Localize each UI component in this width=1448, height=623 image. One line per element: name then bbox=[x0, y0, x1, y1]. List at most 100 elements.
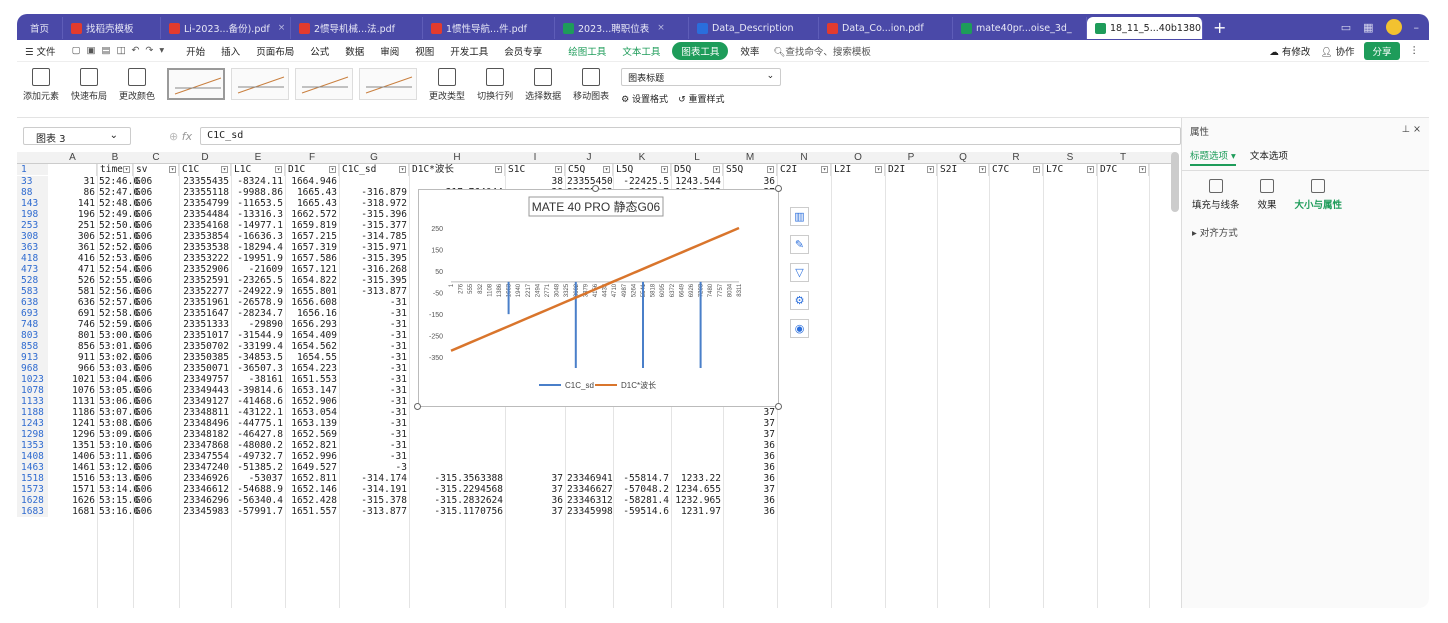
table-cell[interactable]: 23346926 bbox=[179, 473, 231, 484]
row-header[interactable]: 253 bbox=[17, 220, 48, 231]
table-cell[interactable]: 1653.054 bbox=[285, 407, 339, 418]
header-cell[interactable]: D1C ▾ bbox=[285, 164, 339, 176]
table-cell[interactable]: -21609 bbox=[231, 264, 285, 275]
table-cell[interactable]: 23351333 bbox=[179, 319, 231, 330]
table-cell[interactable]: -24922.9 bbox=[231, 286, 285, 297]
table-cell[interactable]: 37 bbox=[505, 473, 565, 484]
grid-icon[interactable]: ▦ bbox=[1363, 21, 1373, 34]
formula-input[interactable]: C1C_sd bbox=[200, 127, 1181, 145]
resize-handle[interactable] bbox=[592, 185, 599, 192]
table-cell[interactable]: -31 bbox=[339, 308, 409, 319]
filter-icon[interactable]: ▾ bbox=[767, 166, 774, 173]
table-cell[interactable]: 23348182 bbox=[179, 429, 231, 440]
row-header[interactable]: 1133 bbox=[17, 396, 48, 407]
table-cell[interactable]: 1231.97 bbox=[671, 506, 723, 517]
table-cell[interactable]: -3 bbox=[339, 462, 409, 473]
table-cell[interactable]: 1681 bbox=[48, 506, 97, 517]
header-cell[interactable]: time ▾ bbox=[97, 164, 133, 176]
table-cell[interactable] bbox=[613, 418, 671, 429]
table-cell[interactable]: 23351647 bbox=[179, 308, 231, 319]
table-cell[interactable]: 1653.147 bbox=[285, 385, 339, 396]
table-cell[interactable]: -31 bbox=[339, 429, 409, 440]
table-cell[interactable]: 52:47.0 bbox=[97, 187, 139, 198]
table-cell[interactable]: 1657.121 bbox=[285, 264, 339, 275]
table-cell[interactable]: 52:57.0 bbox=[97, 297, 139, 308]
table-cell[interactable] bbox=[671, 440, 723, 451]
table-cell[interactable]: 746 bbox=[48, 319, 97, 330]
table-cell[interactable]: -57991.7 bbox=[231, 506, 285, 517]
more-icon[interactable]: ⋮ bbox=[1410, 45, 1420, 56]
table-cell[interactable]: -48080.2 bbox=[231, 440, 285, 451]
table-cell[interactable]: -315.2832624 bbox=[409, 495, 505, 506]
table-cell[interactable]: 23355450 bbox=[565, 176, 613, 187]
table-cell[interactable]: 53:02.0 bbox=[97, 352, 139, 363]
tab-text-options[interactable]: 文本选项 bbox=[1250, 148, 1288, 166]
table-cell[interactable]: G06 bbox=[133, 242, 179, 253]
table-cell[interactable]: -57048.2 bbox=[613, 484, 671, 495]
table-cell[interactable]: G06 bbox=[133, 264, 179, 275]
search-command[interactable]: 🔍︎查找命令、搜索模板 bbox=[773, 44, 871, 58]
table-cell[interactable]: G06 bbox=[133, 363, 179, 374]
table-cell[interactable]: G06 bbox=[133, 341, 179, 352]
table-cell[interactable]: 23346627 bbox=[565, 484, 613, 495]
table-cell[interactable]: -38161 bbox=[231, 374, 285, 385]
table-cell[interactable]: -314.191 bbox=[339, 484, 409, 495]
table-cell[interactable]: 53:12.0 bbox=[97, 462, 139, 473]
header-cell[interactable]: D2I ▾ bbox=[885, 164, 937, 176]
filter-icon[interactable]: ▾ bbox=[821, 166, 828, 173]
menu-view[interactable]: 视图 bbox=[407, 44, 442, 58]
table-cell[interactable]: 1665.43 bbox=[285, 198, 339, 209]
table-cell[interactable]: G06 bbox=[133, 495, 179, 506]
set-format-button[interactable]: ⚙ 设置格式 bbox=[621, 92, 668, 105]
table-cell[interactable]: 37 bbox=[505, 484, 565, 495]
align-group[interactable]: ▸ 对齐方式 bbox=[1182, 219, 1429, 245]
table-cell[interactable]: 52:53.0 bbox=[97, 253, 139, 264]
tab-pdf-3[interactable]: 1惯性导航...件.pdf bbox=[423, 17, 555, 39]
row-header[interactable]: 1023 bbox=[17, 374, 48, 385]
table-cell[interactable] bbox=[565, 440, 613, 451]
table-cell[interactable]: 1076 bbox=[48, 385, 97, 396]
header-cell[interactable]: C7C ▾ bbox=[989, 164, 1043, 176]
table-cell[interactable]: -314.174 bbox=[339, 473, 409, 484]
close-icon[interactable]: × bbox=[657, 23, 665, 33]
table-cell[interactable]: 86 bbox=[48, 187, 97, 198]
row-header[interactable]: 858 bbox=[17, 341, 48, 352]
table-cell[interactable]: -315.1170756 bbox=[409, 506, 505, 517]
table-cell[interactable]: 52:59.0 bbox=[97, 319, 139, 330]
table-cell[interactable]: 1652.569 bbox=[285, 429, 339, 440]
table-cell[interactable]: 23351017 bbox=[179, 330, 231, 341]
table-cell[interactable]: -49732.7 bbox=[231, 451, 285, 462]
table-cell[interactable]: -53037 bbox=[231, 473, 285, 484]
filter-icon[interactable]: ▾ bbox=[399, 166, 406, 173]
menu-layout[interactable]: 页面布局 bbox=[248, 44, 302, 58]
table-cell[interactable]: -315.378 bbox=[339, 495, 409, 506]
table-cell[interactable] bbox=[409, 462, 505, 473]
table-cell[interactable]: 1131 bbox=[48, 396, 97, 407]
effect-tab[interactable]: 效果 bbox=[1258, 179, 1277, 211]
table-cell[interactable]: G06 bbox=[133, 330, 179, 341]
column-header-k[interactable]: K bbox=[613, 152, 671, 163]
table-cell[interactable]: 52:46.0 bbox=[97, 176, 139, 187]
row-header[interactable]: 803 bbox=[17, 330, 48, 341]
table-cell[interactable]: 52:48.0 bbox=[97, 198, 139, 209]
table-cell[interactable]: 23353854 bbox=[179, 231, 231, 242]
collab-button[interactable]: 👤︎ 协作 bbox=[1320, 44, 1354, 58]
table-cell[interactable]: 37 bbox=[505, 506, 565, 517]
table-cell[interactable]: 36 bbox=[723, 462, 777, 473]
table-cell[interactable]: 23352277 bbox=[179, 286, 231, 297]
table-cell[interactable]: G06 bbox=[133, 473, 179, 484]
table-cell[interactable]: 52:52.0 bbox=[97, 242, 139, 253]
table-cell[interactable]: G06 bbox=[133, 220, 179, 231]
column-header-s[interactable]: S bbox=[1043, 152, 1097, 163]
table-cell[interactable]: 1654.409 bbox=[285, 330, 339, 341]
table-cell[interactable]: 23346312 bbox=[565, 495, 613, 506]
reset-style-button[interactable]: ↺ 重置样式 bbox=[678, 92, 724, 105]
table-cell[interactable]: 23355118 bbox=[179, 187, 231, 198]
table-cell[interactable]: 416 bbox=[48, 253, 97, 264]
table-cell[interactable]: G06 bbox=[133, 187, 179, 198]
table-cell[interactable]: 1657.215 bbox=[285, 231, 339, 242]
column-header-m[interactable]: M bbox=[723, 152, 777, 163]
table-cell[interactable]: 1665.43 bbox=[285, 187, 339, 198]
avatar[interactable] bbox=[1385, 19, 1402, 35]
table-cell[interactable]: 52:56.0 bbox=[97, 286, 139, 297]
